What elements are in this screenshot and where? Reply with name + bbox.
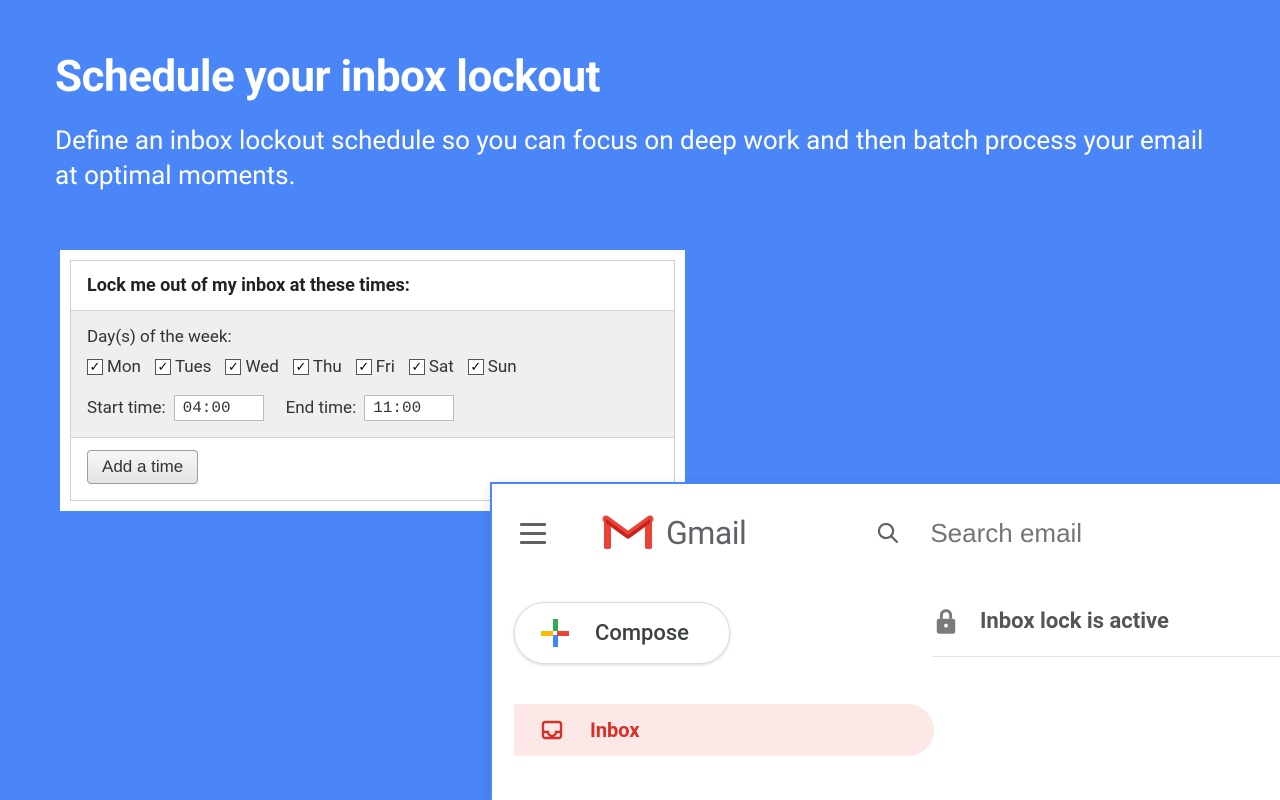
days-of-week-row: ✓ Mon ✓ Tues ✓ Wed ✓ Thu ✓ Fri xyxy=(87,357,658,377)
search-icon xyxy=(876,519,900,547)
schedule-card: Lock me out of my inbox at these times: … xyxy=(60,250,685,511)
inbox-icon xyxy=(540,718,564,742)
day-checkbox-wed[interactable]: ✓ Wed xyxy=(225,357,278,377)
compose-label: Compose xyxy=(595,621,689,646)
day-label: Thu xyxy=(313,357,342,377)
end-time-label: End time: xyxy=(286,398,357,418)
day-label: Wed xyxy=(245,357,278,377)
start-time-input[interactable] xyxy=(174,395,264,421)
inbox-lock-banner: Inbox lock is active xyxy=(932,590,1280,657)
compose-button[interactable]: Compose xyxy=(514,602,730,664)
schedule-header: Lock me out of my inbox at these times: xyxy=(71,261,674,310)
day-checkbox-tues[interactable]: ✓ Tues xyxy=(155,357,212,377)
checkbox-icon: ✓ xyxy=(356,359,372,375)
day-label: Fri xyxy=(376,357,395,377)
hero-title: Schedule your inbox lockout xyxy=(55,50,1225,102)
lock-banner-text: Inbox lock is active xyxy=(980,609,1169,634)
day-checkbox-sun[interactable]: ✓ Sun xyxy=(468,357,517,377)
checkbox-icon: ✓ xyxy=(225,359,241,375)
checkbox-icon: ✓ xyxy=(155,359,171,375)
day-label: Tues xyxy=(175,357,212,377)
checkbox-icon: ✓ xyxy=(468,359,484,375)
gmail-sidebar: Compose Inbox xyxy=(492,582,932,756)
day-checkbox-thu[interactable]: ✓ Thu xyxy=(293,357,342,377)
checkbox-icon: ✓ xyxy=(293,359,309,375)
gmail-topbar: Gmail xyxy=(492,484,1280,582)
gmail-body: Compose Inbox Inbox lock is active xyxy=(492,582,1280,756)
day-label: Sat xyxy=(429,357,454,377)
end-time-input[interactable] xyxy=(364,395,454,421)
add-time-button[interactable]: Add a time xyxy=(87,450,198,484)
plus-icon xyxy=(541,619,569,647)
schedule-body: Day(s) of the week: ✓ Mon ✓ Tues ✓ Wed ✓… xyxy=(71,310,674,438)
checkbox-icon: ✓ xyxy=(87,359,103,375)
hero: Schedule your inbox lockout Define an in… xyxy=(0,0,1280,204)
day-checkbox-mon[interactable]: ✓ Mon xyxy=(87,357,141,377)
start-time-label: Start time: xyxy=(87,398,166,418)
days-of-week-label: Day(s) of the week: xyxy=(87,327,658,347)
hamburger-menu-icon[interactable] xyxy=(520,517,552,549)
search-input[interactable] xyxy=(930,518,1256,549)
gmail-logo[interactable]: Gmail xyxy=(602,513,746,553)
sidebar-item-inbox[interactable]: Inbox xyxy=(514,704,934,756)
gmail-window: Gmail Compose xyxy=(490,482,1280,800)
gmail-wordmark: Gmail xyxy=(666,514,746,552)
hero-subtitle: Define an inbox lockout schedule so you … xyxy=(55,124,1205,194)
search-bar[interactable] xyxy=(876,518,1256,549)
inbox-label: Inbox xyxy=(590,718,640,742)
time-row: Start time: End time: xyxy=(87,395,658,421)
gmail-main: Inbox lock is active xyxy=(932,582,1280,756)
day-label: Mon xyxy=(107,357,141,377)
day-checkbox-fri[interactable]: ✓ Fri xyxy=(356,357,395,377)
day-checkbox-sat[interactable]: ✓ Sat xyxy=(409,357,454,377)
lock-icon xyxy=(932,606,960,636)
schedule-inner: Lock me out of my inbox at these times: … xyxy=(70,260,675,501)
day-label: Sun xyxy=(488,357,517,377)
gmail-mark-icon xyxy=(602,513,654,553)
checkbox-icon: ✓ xyxy=(409,359,425,375)
